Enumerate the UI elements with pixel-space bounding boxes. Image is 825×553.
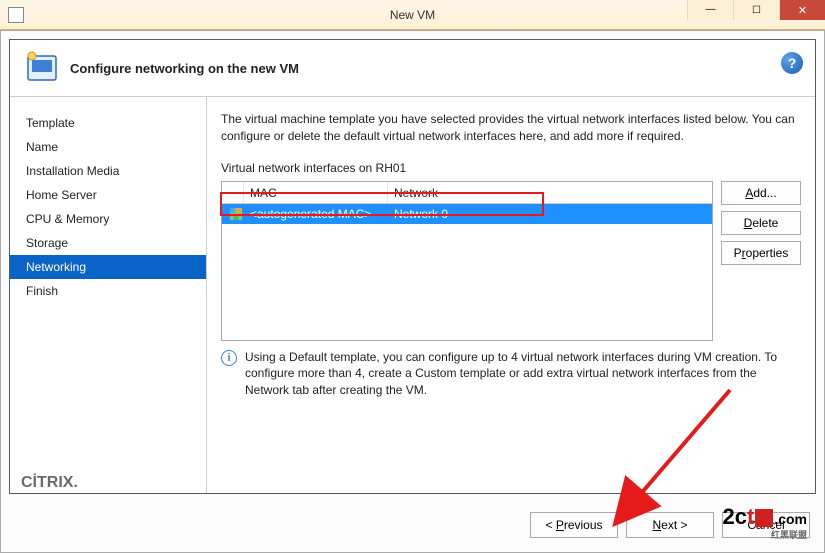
interfaces-table[interactable]: MAC Network <autogenerated MAC> Network … <box>221 181 713 341</box>
info-row: i Using a Default template, you can conf… <box>221 349 801 399</box>
close-button[interactable] <box>779 0 825 20</box>
dialog-inner: Configure networking on the new VM ? Tem… <box>9 39 816 494</box>
network-icon <box>230 208 242 220</box>
citrix-logo: CİTRIX. <box>21 474 78 492</box>
table-label: Virtual network interfaces on RH01 <box>221 161 801 175</box>
delete-button[interactable]: Delete <box>721 211 801 235</box>
wizard-sidebar: Template Name Installation Media Home Se… <box>10 96 206 493</box>
add-button[interactable]: Add... <box>721 181 801 205</box>
step-name[interactable]: Name <box>10 135 206 159</box>
cancel-button[interactable]: Cancel <box>722 512 810 538</box>
minimize-button[interactable] <box>687 0 733 20</box>
main-panel: The virtual machine template you have se… <box>206 96 815 493</box>
wizard-buttons: < Previous Next > Cancel <box>530 512 810 538</box>
table-row[interactable]: <autogenerated MAC> Network 0 <box>222 204 712 224</box>
vm-icon <box>24 50 60 86</box>
step-home-server[interactable]: Home Server <box>10 183 206 207</box>
step-installation-media[interactable]: Installation Media <box>10 159 206 183</box>
info-icon: i <box>221 350 237 366</box>
info-text: Using a Default template, you can config… <box>245 349 801 399</box>
step-template[interactable]: Template <box>10 111 206 135</box>
help-icon[interactable]: ? <box>781 52 803 74</box>
window-controls <box>687 0 825 20</box>
step-finish[interactable]: Finish <box>10 279 206 303</box>
dialog-frame: Configure networking on the new VM ? Tem… <box>0 30 825 553</box>
properties-button[interactable]: Properties <box>721 241 801 265</box>
col-icon <box>222 182 244 203</box>
next-button[interactable]: Next > <box>626 512 714 538</box>
row-icon-cell <box>222 208 244 220</box>
step-storage[interactable]: Storage <box>10 231 206 255</box>
title-bar: New VM <box>0 0 825 30</box>
header-title: Configure networking on the new VM <box>70 61 299 76</box>
description-text: The virtual machine template you have se… <box>221 111 801 145</box>
step-networking[interactable]: Networking <box>10 255 206 279</box>
network-cell: Network 0 <box>388 207 712 221</box>
col-network[interactable]: Network <box>388 182 712 203</box>
maximize-button[interactable] <box>733 0 779 20</box>
previous-button[interactable]: < Previous <box>530 512 618 538</box>
dialog-header: Configure networking on the new VM ? <box>10 40 815 96</box>
col-mac[interactable]: MAC <box>244 182 388 203</box>
table-header: MAC Network <box>222 182 712 204</box>
mac-cell: <autogenerated MAC> <box>244 207 388 221</box>
step-cpu-memory[interactable]: CPU & Memory <box>10 207 206 231</box>
